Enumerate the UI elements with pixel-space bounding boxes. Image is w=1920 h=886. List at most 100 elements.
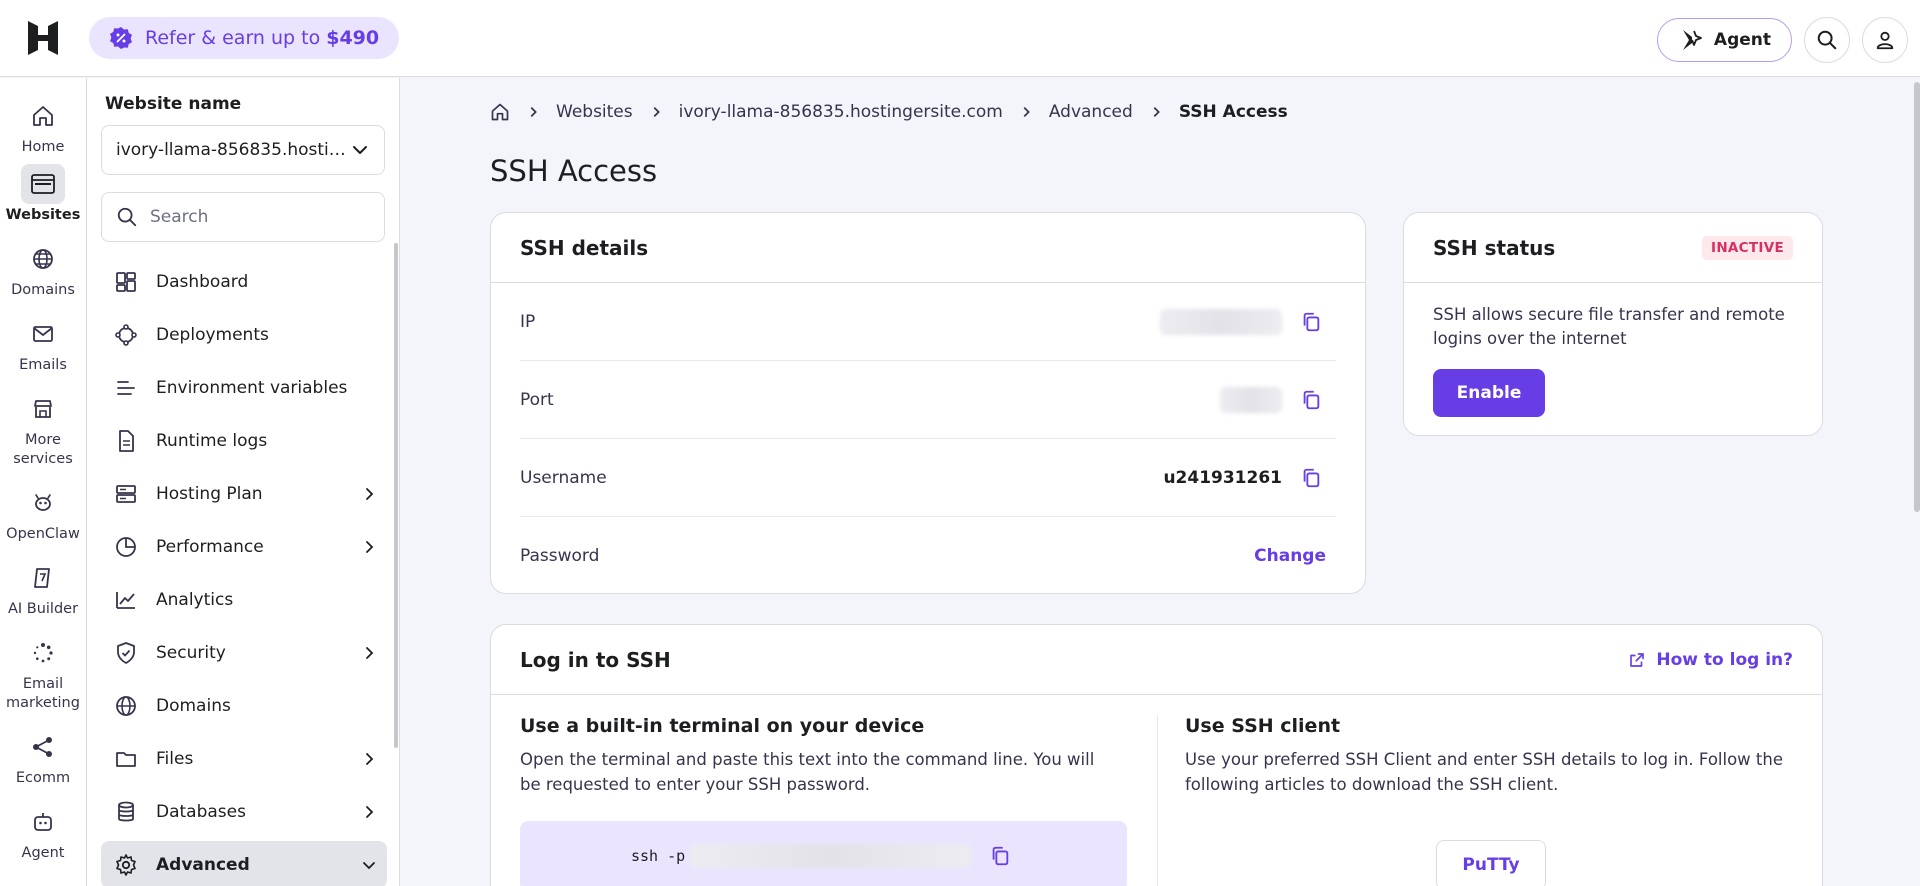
terminal-title: Use a built-in terminal on your device bbox=[520, 715, 925, 737]
page-scrollbar[interactable] bbox=[1914, 82, 1920, 512]
sidebar-item-hosting-plan[interactable]: Hosting Plan bbox=[101, 470, 387, 517]
rail-item-agent[interactable]: Agent bbox=[0, 802, 86, 863]
rail-label-emails: Emails bbox=[19, 357, 67, 373]
rail-label-openclaw: OpenClaw bbox=[6, 526, 80, 542]
copy-icon[interactable] bbox=[1298, 387, 1324, 413]
gear-icon bbox=[113, 852, 139, 878]
sidebar-item-label: Hosting Plan bbox=[156, 483, 263, 504]
main-content: Websites ivory-llama-856835.hostingersit… bbox=[401, 78, 1920, 886]
breadcrumb-current: SSH Access bbox=[1178, 102, 1288, 122]
breadcrumb-advanced[interactable]: Advanced bbox=[1049, 102, 1133, 122]
server-icon bbox=[113, 481, 139, 507]
store-icon bbox=[21, 389, 65, 429]
refer-amount: $490 bbox=[326, 27, 380, 49]
sidebar-item-runtime-logs[interactable]: Runtime logs bbox=[101, 417, 387, 464]
refer-earn-banner[interactable]: Refer & earn up to $490 bbox=[89, 17, 400, 59]
sidebar-item-deployments[interactable]: Deployments bbox=[101, 311, 387, 358]
sidebar-item-files[interactable]: Files bbox=[101, 735, 387, 782]
sidebar-item-label: Analytics bbox=[156, 589, 234, 610]
pie-chart-icon bbox=[113, 534, 139, 560]
sidebar-item-security[interactable]: Security bbox=[101, 629, 387, 676]
sidebar-item-label: Databases bbox=[156, 801, 246, 822]
ai-builder-icon bbox=[21, 558, 65, 598]
ssh-row-ip: IP bbox=[520, 283, 1336, 361]
enable-ssh-button[interactable]: Enable bbox=[1433, 369, 1545, 417]
rail-item-ecomm[interactable]: Ecomm bbox=[0, 727, 86, 788]
agent-button[interactable]: Agent bbox=[1656, 18, 1792, 62]
folder-icon bbox=[113, 746, 139, 772]
terminal-text: Open the terminal and paste this text in… bbox=[520, 750, 1095, 794]
rail-label-websites: Websites bbox=[5, 207, 81, 223]
sidebar-item-domains[interactable]: Domains bbox=[101, 682, 387, 729]
agent-button-label: Agent bbox=[1713, 30, 1771, 50]
breadcrumb-website[interactable]: ivory-llama-856835.hostingersite.com bbox=[679, 102, 1003, 122]
sidebar-item-databases[interactable]: Databases bbox=[101, 788, 387, 835]
terminal-section: Use a built-in terminal on your device O… bbox=[520, 715, 1120, 797]
rail-item-home[interactable]: Home bbox=[0, 96, 86, 157]
ssh-details-title: SSH details bbox=[491, 213, 1365, 283]
rail-label-agent: Agent bbox=[21, 845, 65, 861]
spinner-icon bbox=[21, 633, 65, 673]
sidebar-scrollbar[interactable] bbox=[394, 243, 398, 748]
ssh-client-text: Use your preferred SSH Client and enter … bbox=[1185, 750, 1783, 794]
database-icon bbox=[113, 799, 139, 825]
ssh-login-title: Log in to SSH bbox=[520, 647, 671, 672]
browser-icon bbox=[21, 164, 65, 204]
hostinger-logo[interactable] bbox=[0, 0, 86, 77]
ssh-command-prefix: ssh -p bbox=[631, 847, 686, 865]
sidebar-search[interactable] bbox=[101, 192, 385, 242]
chevron-right-icon bbox=[366, 646, 374, 659]
document-icon bbox=[113, 428, 139, 454]
ssh-status-description: SSH allows secure file transfer and remo… bbox=[1433, 305, 1785, 348]
ssh-client-section: Use SSH client Use your preferred SSH Cl… bbox=[1185, 715, 1795, 886]
sidebar-search-input[interactable] bbox=[150, 207, 370, 227]
ssh-row-username: Username u241931261 bbox=[520, 439, 1336, 517]
sidebar-item-dashboard[interactable]: Dashboard bbox=[101, 258, 387, 305]
rail-label-domains: Domains bbox=[11, 282, 75, 298]
putty-button[interactable]: PuTTy bbox=[1436, 840, 1546, 886]
ssh-login-card: Log in to SSH How to log in? Use a built… bbox=[490, 624, 1823, 886]
mail-icon bbox=[21, 314, 65, 354]
sidebar-item-performance[interactable]: Performance bbox=[101, 523, 387, 570]
copy-icon[interactable] bbox=[1298, 309, 1324, 335]
rail-item-domains[interactable]: Domains bbox=[0, 239, 86, 300]
change-password-link[interactable]: Change bbox=[1254, 546, 1326, 566]
copy-icon[interactable] bbox=[1298, 465, 1324, 491]
breadcrumb-websites[interactable]: Websites bbox=[556, 102, 633, 122]
sidebar-item-advanced[interactable]: Advanced bbox=[101, 841, 387, 886]
ssh-row-label: IP bbox=[520, 311, 536, 332]
ip-value-masked bbox=[1160, 308, 1282, 335]
ssh-row-port: Port bbox=[520, 361, 1336, 439]
deployments-icon bbox=[113, 322, 139, 348]
how-to-login-link[interactable]: How to log in? bbox=[1628, 650, 1793, 670]
rail-item-ai-builder[interactable]: AI Builder bbox=[0, 558, 86, 619]
ssh-status-header: SSH status INACTIVE bbox=[1404, 213, 1822, 283]
chevron-right-icon bbox=[366, 487, 374, 500]
search-icon bbox=[1817, 30, 1837, 50]
bot-icon bbox=[21, 483, 65, 523]
rail-item-websites[interactable]: Websites bbox=[0, 164, 86, 225]
chevron-right-icon bbox=[1149, 105, 1163, 119]
sidebar-menu: Dashboard Deployments Environment variab… bbox=[101, 258, 387, 886]
website-selector-value: ivory-llama-856835.hostingersite.com bbox=[116, 140, 350, 160]
chevron-right-icon bbox=[649, 105, 663, 119]
sidebar-item-analytics[interactable]: Analytics bbox=[101, 576, 387, 623]
rail-item-email-marketing[interactable]: Email marketing bbox=[0, 633, 86, 713]
account-button[interactable] bbox=[1862, 17, 1908, 63]
discount-badge-icon bbox=[110, 27, 132, 49]
rail-label-more-services: More services bbox=[13, 432, 73, 467]
sidebar-item-environment-variables[interactable]: Environment variables bbox=[101, 364, 387, 411]
website-selector[interactable]: ivory-llama-856835.hostingersite.com bbox=[101, 125, 385, 175]
copy-icon[interactable] bbox=[987, 843, 1013, 869]
chevron-right-icon bbox=[1019, 105, 1033, 119]
refer-text: Refer & earn up to bbox=[145, 27, 321, 49]
search-button[interactable] bbox=[1804, 17, 1850, 63]
home-icon[interactable] bbox=[490, 102, 510, 122]
globe-icon bbox=[113, 693, 139, 719]
rail-item-openclaw[interactable]: OpenClaw bbox=[0, 483, 86, 544]
rail-label-ecomm: Ecomm bbox=[15, 770, 71, 786]
sidebar-item-label: Advanced bbox=[156, 854, 250, 875]
rail-item-more-services[interactable]: More services bbox=[0, 389, 86, 469]
rail-item-emails[interactable]: Emails bbox=[0, 314, 86, 375]
sidebar-item-label: Deployments bbox=[156, 324, 269, 345]
